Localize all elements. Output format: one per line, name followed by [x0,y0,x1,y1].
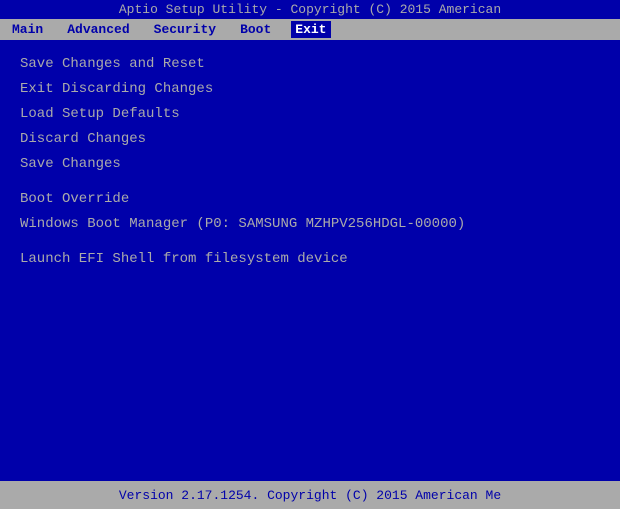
menu-bar: Main Advanced Security Boot Exit [0,19,620,40]
menu-main[interactable]: Main [8,21,47,38]
menu-advanced[interactable]: Advanced [63,21,133,38]
footer: Version 2.17.1254. Copyright (C) 2015 Am… [0,481,620,509]
title-text: Aptio Setup Utility - Copyright (C) 2015… [119,2,501,17]
save-changes-option[interactable]: Save Changes [20,152,600,177]
windows-boot-manager-option[interactable]: Windows Boot Manager (P0: SAMSUNG MZHPV2… [20,212,600,237]
menu-exit[interactable]: Exit [291,21,330,38]
load-setup-defaults-option[interactable]: Load Setup Defaults [20,102,600,127]
menu-boot[interactable]: Boot [236,21,275,38]
title-bar: Aptio Setup Utility - Copyright (C) 2015… [0,0,620,19]
save-changes-reset-option[interactable]: Save Changes and Reset [20,52,600,77]
menu-security[interactable]: Security [150,21,220,38]
exit-discarding-option[interactable]: Exit Discarding Changes [20,77,600,102]
footer-text: Version 2.17.1254. Copyright (C) 2015 Am… [119,488,501,503]
content-area: Save Changes and Reset Exit Discarding C… [0,40,620,465]
launch-efi-shell-option[interactable]: Launch EFI Shell from filesystem device [20,247,600,272]
discard-changes-option[interactable]: Discard Changes [20,127,600,152]
boot-override-label: Boot Override [20,187,600,212]
